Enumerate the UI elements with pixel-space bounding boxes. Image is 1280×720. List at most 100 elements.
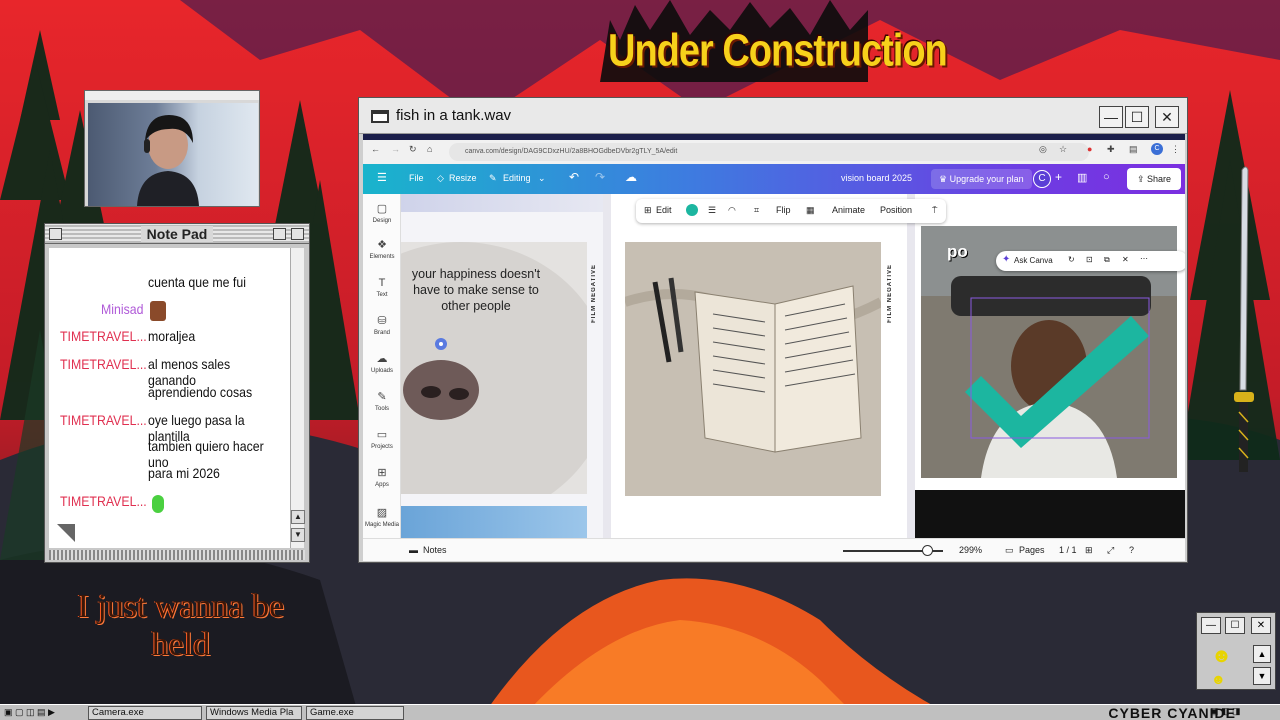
undo-icon[interactable]: ↶ (569, 170, 579, 184)
forward-icon[interactable]: → (391, 144, 400, 154)
pages-button[interactable]: Pages (1019, 545, 1045, 555)
design-canvas[interactable]: your happiness doesn't have to make sens… (401, 194, 1185, 538)
quick-launch-icons[interactable]: ▣ ▢ ◫ ▤ ▶ (4, 707, 55, 718)
pane-meme[interactable]: po (915, 194, 1185, 538)
extensions-puzzle-icon[interactable]: ✚ (1107, 144, 1115, 155)
resize-menu[interactable]: Resize (449, 173, 477, 183)
taskbar-item-media-player[interactable]: Windows Media Pla (206, 706, 302, 720)
notepad-scrollbar[interactable]: ▲ ▼ (290, 248, 305, 548)
position-button[interactable]: Position (880, 205, 912, 215)
webcam-titlebar[interactable] (85, 91, 259, 100)
sidebar-item-uploads[interactable]: ☁ Uploads (363, 354, 401, 375)
mini-scroll-up-icon[interactable]: ▲ (1253, 645, 1271, 663)
redo-icon[interactable]: ↷ (595, 170, 605, 184)
resize-icon: ◇ (437, 173, 444, 183)
line-weight-icon[interactable]: ☰ (708, 205, 716, 216)
profile-icon[interactable]: C (1151, 143, 1163, 155)
editing-menu[interactable]: Editing (503, 173, 531, 183)
browser-menu-icon[interactable]: ⋮ (1171, 144, 1180, 155)
chat-username[interactable]: TIMETRAVEL... (60, 493, 147, 509)
quote-text[interactable]: your happiness doesn't have to make sens… (401, 266, 551, 314)
comment-icon[interactable]: ○ (1103, 171, 1110, 183)
incognito-icon[interactable]: ◎ (1039, 144, 1047, 155)
fullscreen-icon[interactable]: ⤢ (1107, 545, 1114, 556)
more-options-icon[interactable]: ⋯ (1140, 254, 1148, 263)
crown-icon: ♛ (939, 174, 950, 184)
duplicate-icon[interactable]: ⧉ (1104, 255, 1110, 265)
taskbar-item-game[interactable]: Game.exe (306, 706, 404, 720)
webcam-window[interactable] (84, 90, 260, 207)
mini-minimize-button[interactable]: — (1201, 617, 1221, 634)
chat-message: moraljea (148, 328, 196, 344)
transparency-icon[interactable]: ▦ (806, 205, 815, 216)
grid-view-icon[interactable]: ⊞ (1085, 545, 1093, 556)
address-bar[interactable]: canva.com/design/DAG9CDxzHU/2a8BHOGdbeDV… (449, 143, 1089, 161)
media-window[interactable]: fish in a tank.wav — ☐ ✕ ← → ↻ ⌂ canva.c… (358, 97, 1188, 563)
notepad-zoom-button[interactable] (273, 228, 286, 240)
curve-icon[interactable]: ◠ (728, 205, 736, 216)
notepad-close-button[interactable] (49, 228, 62, 240)
document-title[interactable]: vision board 2025 (841, 173, 912, 183)
sidebar-item-brand[interactable]: ⛁ Brand (363, 316, 401, 337)
notepad-collapse-button[interactable] (291, 228, 304, 240)
cloud-saved-icon[interactable]: ☁ (625, 170, 637, 184)
pane-dog[interactable]: your happiness doesn't have to make sens… (401, 194, 603, 538)
notes-button[interactable]: Notes (423, 545, 447, 555)
mini-window[interactable]: — ☐ ✕ ☻ ☻ ▲ ▼ (1196, 612, 1276, 690)
sidebar-item-text[interactable]: T Text (363, 278, 401, 299)
mini-maximize-button[interactable]: ☐ (1225, 617, 1245, 634)
sidebar-item-design[interactable]: ▢ Design (363, 204, 401, 225)
upgrade-button[interactable]: ♛ Upgrade your plan (931, 169, 1032, 189)
notepad-resize-strip[interactable] (49, 550, 305, 560)
sidebar-item-magic-media[interactable]: ▨ Magic Media (363, 508, 401, 529)
help-icon[interactable]: ? (1129, 545, 1134, 555)
share-button[interactable]: ⇪ Share (1127, 168, 1181, 190)
zoom-slider-knob[interactable] (922, 545, 933, 556)
lock-icon[interactable]: ⊡ (1086, 255, 1093, 264)
zoom-level[interactable]: 299% (959, 545, 982, 555)
paint-format-icon[interactable]: ⍑ (932, 205, 937, 216)
home-icon[interactable]: ⌂ (427, 144, 432, 154)
rotate-icon[interactable]: ↻ (1068, 255, 1075, 264)
minimize-button[interactable]: — (1099, 106, 1123, 128)
taskbar-item-camera[interactable]: Camera.exe (88, 706, 202, 720)
window-titlebar[interactable]: fish in a tank.wav — ☐ ✕ (359, 98, 1187, 134)
chat-username[interactable]: Minisad (101, 301, 143, 317)
delete-icon[interactable]: ✕ (1122, 255, 1129, 264)
notebook-photo[interactable] (625, 242, 881, 496)
scroll-up-arrow-icon[interactable]: ▲ (291, 510, 305, 524)
chat-username[interactable]: TIMETRAVEL... (60, 412, 147, 428)
crop-icon[interactable]: ⌗ (754, 205, 759, 216)
file-menu[interactable]: File (409, 173, 424, 183)
close-button[interactable]: ✕ (1155, 106, 1179, 128)
analytics-icon[interactable]: ▥ (1077, 171, 1087, 184)
notepad-titlebar[interactable]: Note Pad (45, 224, 309, 244)
animate-button[interactable]: Animate (832, 205, 865, 215)
maximize-button[interactable]: ☐ (1125, 106, 1149, 128)
mini-close-button[interactable]: ✕ (1251, 617, 1271, 634)
chat-username[interactable]: TIMETRAVEL... (60, 356, 147, 372)
chat-username[interactable]: TIMETRAVEL... (60, 328, 147, 344)
sidebar-item-elements[interactable]: ❖ Elements (363, 240, 401, 261)
back-icon[interactable]: ← (371, 144, 380, 154)
hamburger-menu-icon[interactable]: ☰ (377, 171, 387, 184)
bookmark-star-icon[interactable]: ☆ (1059, 144, 1067, 155)
notepad-window[interactable]: Note Pad cuenta que me fui Minisad TIMETRA… (44, 223, 310, 563)
sidebar-item-tools[interactable]: ✎ Tools (363, 392, 401, 413)
sidebar-item-projects[interactable]: ▭ Projects (363, 430, 401, 451)
pane-notebook[interactable]: FILM NEGATIVE (611, 194, 907, 538)
flip-button[interactable]: Flip (776, 205, 791, 215)
sidebar-toggle-icon[interactable]: ▤ (1129, 144, 1138, 155)
avatar[interactable]: C (1033, 170, 1051, 188)
color-swatch[interactable] (686, 204, 698, 216)
page-count: 1 / 1 (1059, 545, 1077, 555)
ask-canva-button[interactable]: Ask Canva (1014, 256, 1053, 265)
add-collaborator-icon[interactable]: + (1055, 170, 1062, 184)
meme-caption-partial[interactable]: po (947, 242, 968, 262)
edit-button[interactable]: Edit (656, 205, 672, 215)
mini-scroll-down-icon[interactable]: ▼ (1253, 667, 1271, 685)
extension-icon[interactable]: ● (1087, 144, 1092, 154)
sidebar-item-apps[interactable]: ⊞ Apps (363, 468, 401, 489)
scroll-down-arrow-icon[interactable]: ▼ (291, 528, 305, 542)
reload-icon[interactable]: ↻ (409, 144, 417, 155)
